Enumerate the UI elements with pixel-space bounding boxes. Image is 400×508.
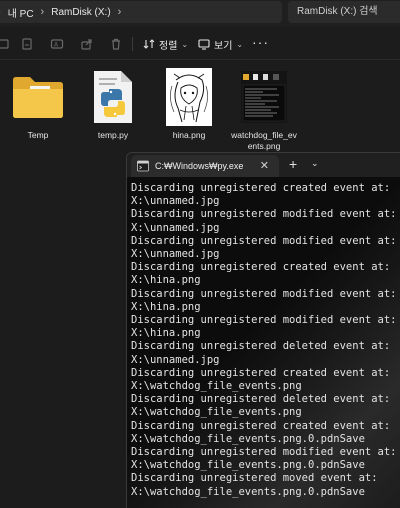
folder-icon [3,68,73,126]
cut-icon[interactable] [0,37,11,51]
chevron-right-icon[interactable]: › [115,6,125,18]
chevron-down-icon: ⌄ [181,39,189,49]
terminal-line: X:\unnamed.jpg [131,221,220,234]
toolbar-divider [132,37,133,51]
terminal-line: Discarding unregistered modified event a… [131,208,397,221]
terminal-tab-bar: C:₩Windows₩py.exe ✕ + ⌄ [127,153,400,177]
terminal-line: X:\watchdog_file_events.png.0.pdnSave [131,432,365,445]
python-file-icon [78,68,148,126]
terminal-line: X:\unnamed.jpg [131,248,220,261]
search-input[interactable]: RamDisk (X:) 검색 [288,1,400,23]
terminal-line: Discarding unregistered modified event a… [131,287,397,300]
terminal-line: X:\hina.png [131,274,201,287]
file-name: temp.py [97,130,129,140]
terminal-line: X:\watchdog_file_events.png.0.pdnSave [131,485,365,498]
image-thumbnail [229,68,299,126]
copy-icon[interactable] [20,37,34,51]
file-name: hina.png [172,130,206,140]
terminal-line: Discarding unregistered created event at… [131,366,391,379]
sort-button[interactable]: 정렬 ⌄ [143,36,188,52]
image-thumbnail [154,68,224,126]
breadcrumb-this-pc[interactable]: 내 PC [4,5,38,20]
file-name: watchdog_file_events.png [231,130,297,151]
terminal-line: Discarding unregistered created event at… [131,182,391,194]
terminal-tab[interactable]: C:₩Windows₩py.exe ✕ [131,155,279,177]
file-list: Temp temp.py hina.png watchdog_file_even… [0,60,400,160]
terminal-line: Discarding unregistered created event at… [131,419,391,432]
new-tab-button[interactable]: + [289,156,297,172]
file-item-watchdog-png[interactable]: watchdog_file_events.png [229,68,299,152]
terminal-line: Discarding unregistered created event at… [131,261,391,274]
terminal-line: Discarding unregistered deleted event at… [131,340,391,353]
view-icon [198,39,210,50]
terminal-line: X:\watchdog_file_events.png [131,406,302,419]
terminal-window[interactable]: C:₩Windows₩py.exe ✕ + ⌄ Discarding unreg… [126,152,400,508]
terminal-line: X:\hina.png [131,300,201,313]
delete-icon[interactable] [109,37,123,51]
address-bar: › 내 PC › RamDisk (X:) › RamDisk (X:) 검색 [0,0,400,26]
terminal-line: Discarding unregistered modified event a… [131,234,397,247]
terminal-line: X:\hina.png [131,327,201,340]
terminal-line: Discarding unregistered modified event a… [131,314,397,327]
file-item-hina-png[interactable]: hina.png [154,68,224,141]
view-label: 보기 [214,40,233,52]
close-icon[interactable]: ✕ [260,159,269,172]
console-icon [137,160,149,172]
file-item-temp[interactable]: Temp [3,68,73,141]
share-icon[interactable] [80,37,94,51]
file-name: Temp [27,130,49,140]
view-button[interactable]: 보기 ⌄ [198,36,243,52]
more-options-button[interactable]: ··· [252,34,269,50]
sort-label: 정렬 [159,40,178,52]
chevron-down-icon[interactable]: ⌄ [311,158,319,169]
chevron-down-icon: ⌄ [236,39,244,49]
command-bar: A 정렬 ⌄ 보기 ⌄ ··· [0,28,400,60]
rename-icon[interactable]: A [50,37,64,51]
terminal-output[interactable]: Discarding unregistered created event at… [127,177,400,508]
terminal-line: X:\watchdog_file_events.png [131,380,302,393]
terminal-line: X:\watchdog_file_events.png.0.pdnSave [131,459,365,472]
breadcrumb-ramdisk[interactable]: RamDisk (X:) [47,7,114,18]
terminal-line: Discarding unregistered deleted event at… [131,393,391,406]
terminal-tab-title: C:₩Windows₩py.exe [155,161,244,171]
sort-icon [143,39,155,49]
terminal-line: Discarding unregistered modified event a… [131,446,397,459]
chevron-right-icon[interactable]: › [38,6,48,18]
terminal-line: X:\unnamed.jpg [131,353,220,366]
terminal-line: X:\unnamed.jpg [131,195,220,208]
breadcrumb[interactable]: › 내 PC › RamDisk (X:) › [0,1,282,23]
terminal-line: Discarding unregistered moved event at: [131,472,378,485]
file-item-temp-py[interactable]: temp.py [78,68,148,141]
